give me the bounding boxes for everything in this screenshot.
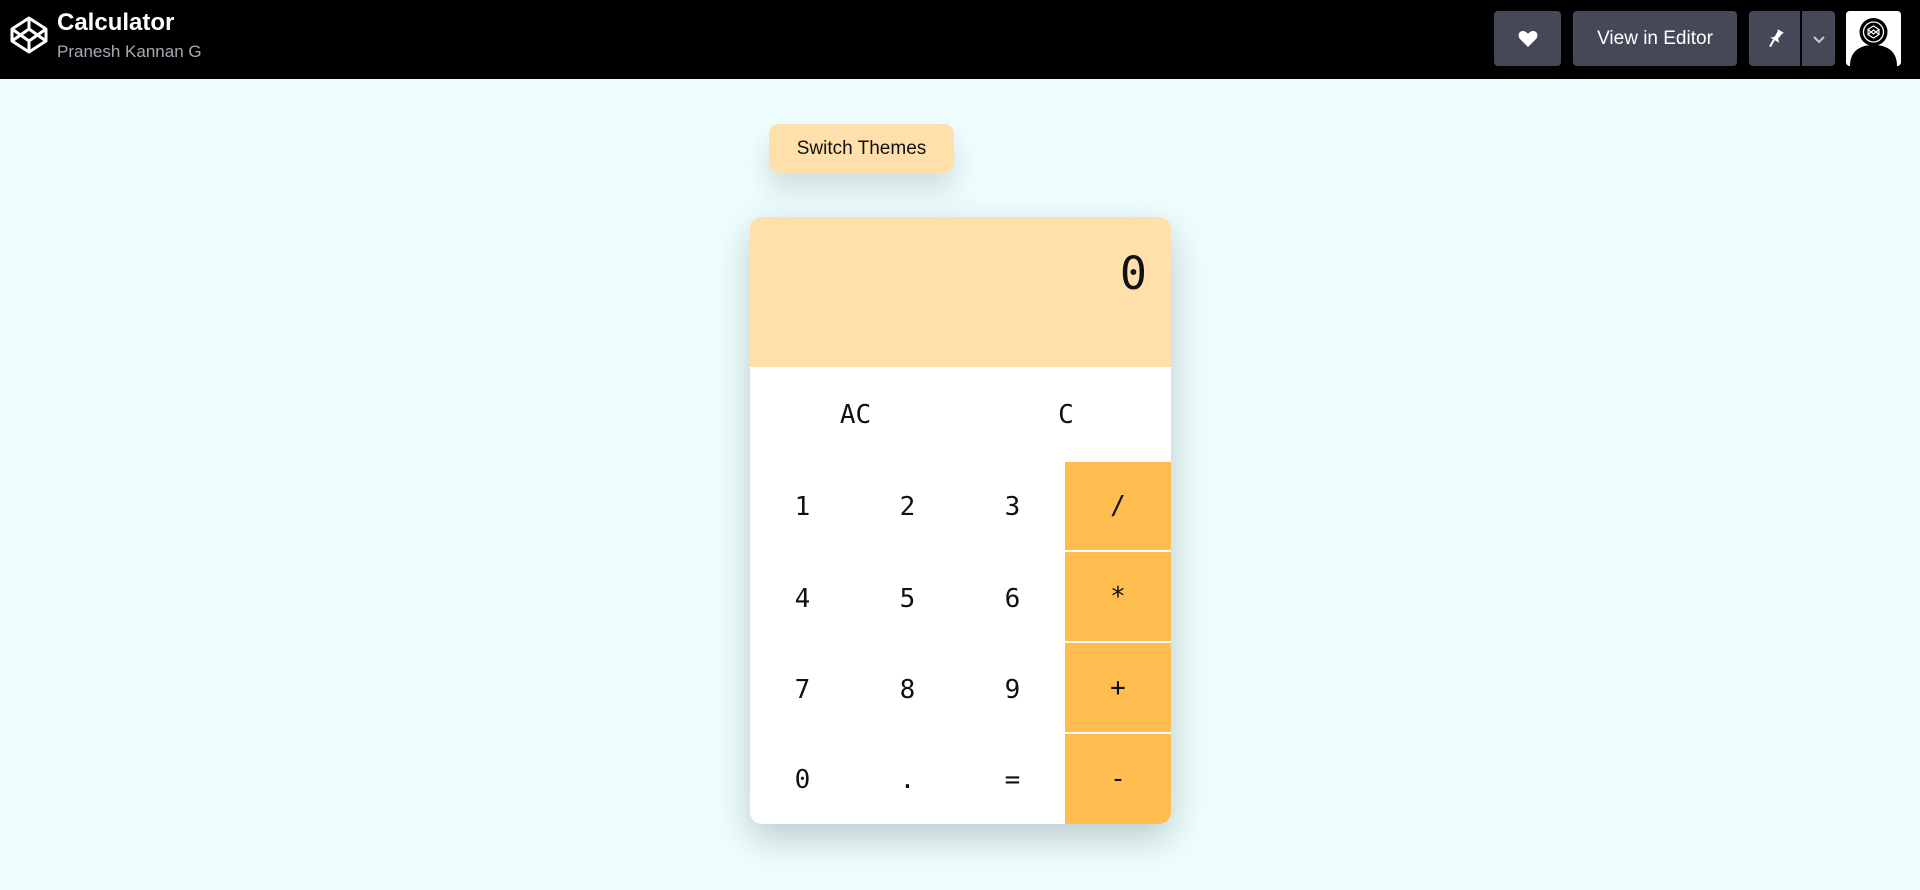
digit-9-button[interactable]: 9 <box>960 644 1065 735</box>
equals-button[interactable]: = <box>960 735 1065 824</box>
digit-6-button[interactable]: 6 <box>960 553 1065 644</box>
decimal-button[interactable]: . <box>855 735 960 824</box>
heart-icon <box>1518 30 1537 47</box>
subtract-button[interactable]: - <box>1065 734 1171 824</box>
pen-author[interactable]: Pranesh Kannan G <box>57 42 202 62</box>
user-avatar-icon <box>1846 11 1901 66</box>
digit-8-button[interactable]: 8 <box>855 644 960 735</box>
calculator: 0 AC C 1 2 3 / 4 5 6 * 7 8 9 + 0 . = - <box>750 217 1171 824</box>
calculator-display: 0 <box>750 217 1171 367</box>
switch-themes-button[interactable]: Switch Themes <box>769 124 954 173</box>
digit-2-button[interactable]: 2 <box>855 462 960 552</box>
chevron-down-icon <box>1812 35 1825 43</box>
pen-title[interactable]: Calculator <box>57 9 174 37</box>
all-clear-button[interactable]: AC <box>750 367 961 462</box>
digit-5-button[interactable]: 5 <box>855 553 960 644</box>
digit-0-button[interactable]: 0 <box>750 735 855 824</box>
pin-icon <box>1768 28 1784 47</box>
digit-4-button[interactable]: 4 <box>750 553 855 644</box>
digit-3-button[interactable]: 3 <box>960 462 1065 552</box>
avatar[interactable] <box>1846 11 1901 66</box>
clear-button[interactable]: C <box>961 367 1171 462</box>
codepen-logo-icon[interactable] <box>9 15 49 55</box>
digit-1-button[interactable]: 1 <box>750 462 855 552</box>
digit-7-button[interactable]: 7 <box>750 644 855 735</box>
pin-options-button[interactable] <box>1802 11 1835 66</box>
display-value: 0 <box>1119 247 1147 300</box>
multiply-button[interactable]: * <box>1065 552 1171 641</box>
add-button[interactable]: + <box>1065 643 1171 732</box>
divide-button[interactable]: / <box>1065 462 1171 550</box>
pin-button[interactable] <box>1749 11 1800 66</box>
view-in-editor-button[interactable]: View in Editor <box>1573 11 1737 66</box>
heart-button[interactable] <box>1494 11 1561 66</box>
top-bar: Calculator Pranesh Kannan G View in Edit… <box>0 0 1920 79</box>
